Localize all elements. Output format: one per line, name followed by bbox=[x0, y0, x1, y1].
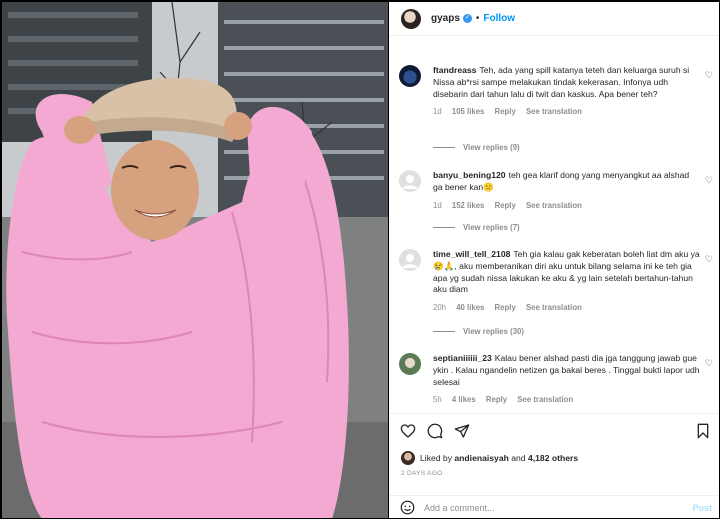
smiley-icon[interactable] bbox=[400, 500, 415, 515]
view-replies-label: View replies (7) bbox=[463, 223, 520, 232]
view-replies-button[interactable]: View replies (7) bbox=[433, 223, 520, 232]
comment-body: time_will_tell_2108 Teh gia kalau gak keb… bbox=[433, 249, 701, 314]
liked-others[interactable]: 4,182 others bbox=[528, 453, 578, 463]
comment-meta: 5h 4 likes Reply See translation bbox=[433, 394, 701, 406]
comment-likes[interactable]: 105 likes bbox=[452, 107, 485, 116]
comment-body: septianiiiiii_23 Kalau bener alshad pasti… bbox=[433, 353, 701, 406]
replies-divider bbox=[433, 147, 455, 148]
default-avatar-icon bbox=[402, 254, 418, 268]
reply-button[interactable]: Reply bbox=[495, 201, 516, 210]
comments-pane: gyaps ✓ • Follow ftandreass Teh, ada yang… bbox=[389, 2, 719, 518]
liked-user[interactable]: andienaisyah bbox=[454, 453, 508, 463]
reply-button[interactable]: Reply bbox=[486, 395, 507, 404]
comment-time[interactable]: 1d bbox=[433, 107, 442, 116]
commenter-avatar[interactable] bbox=[399, 353, 421, 375]
comment-body: ftandreass Teh, ada yang spill katanya te… bbox=[433, 65, 701, 118]
comment-username[interactable]: ftandreass bbox=[433, 65, 476, 75]
reply-button[interactable]: Reply bbox=[495, 303, 516, 312]
author-avatar[interactable] bbox=[401, 8, 421, 29]
add-comment-bar: Add a comment... Post bbox=[389, 495, 719, 518]
comment-username[interactable]: banyu_bening120 bbox=[433, 170, 506, 180]
follow-button[interactable]: Follow bbox=[483, 13, 515, 24]
see-translation-button[interactable]: See translation bbox=[517, 395, 573, 404]
comment-meta: 20h 40 likes Reply See translation bbox=[433, 302, 701, 314]
comment-username[interactable]: time_will_tell_2108 bbox=[433, 249, 510, 259]
comment-like-heart-icon[interactable]: ♡ bbox=[705, 358, 713, 369]
commenter-avatar[interactable] bbox=[399, 65, 421, 87]
comment-time[interactable]: 1d bbox=[433, 201, 442, 210]
view-replies-label: View replies (9) bbox=[463, 143, 520, 152]
comment-likes[interactable]: 4 likes bbox=[452, 395, 476, 404]
post-date[interactable]: 2 DAYS AGO bbox=[401, 470, 443, 477]
liker-avatar[interactable] bbox=[401, 451, 415, 465]
comment-likes[interactable]: 152 likes bbox=[452, 201, 485, 210]
view-replies-label: View replies (30) bbox=[463, 327, 524, 336]
photo-illustration bbox=[2, 2, 388, 518]
comment-bubble-icon[interactable] bbox=[427, 423, 443, 439]
comment-meta: 1d 152 likes Reply See translation bbox=[433, 200, 701, 212]
heart-icon[interactable] bbox=[400, 423, 416, 439]
author-username[interactable]: gyaps bbox=[431, 13, 460, 24]
comment-input[interactable]: Add a comment... bbox=[424, 503, 692, 513]
replies-divider bbox=[433, 331, 455, 332]
commenter-avatar[interactable] bbox=[399, 170, 421, 192]
comments-list[interactable]: ftandreass Teh, ada yang spill katanya te… bbox=[389, 37, 719, 413]
likes-summary[interactable]: Liked by andienaisyah and 4,182 others bbox=[401, 451, 578, 465]
liked-and: and bbox=[511, 453, 526, 463]
commenter-avatar[interactable] bbox=[399, 249, 421, 271]
post-window: gyaps ✓ • Follow ftandreass Teh, ada yang… bbox=[0, 0, 720, 519]
post-header: gyaps ✓ • Follow bbox=[389, 2, 719, 36]
liked-prefix: Liked by bbox=[420, 453, 453, 463]
replies-divider bbox=[433, 227, 455, 228]
view-replies-button[interactable]: View replies (9) bbox=[433, 143, 520, 152]
post-actions: Liked by andienaisyah and 4,182 others 2… bbox=[389, 413, 719, 518]
header-separator: • bbox=[475, 13, 480, 24]
comment-like-heart-icon[interactable]: ♡ bbox=[705, 175, 713, 186]
comment-time[interactable]: 5h bbox=[433, 395, 442, 404]
action-icons bbox=[400, 423, 470, 439]
comment-body: banyu_bening120 teh gea klarif dong yang … bbox=[433, 170, 701, 211]
default-avatar-icon bbox=[402, 175, 418, 189]
comment-like-heart-icon[interactable]: ♡ bbox=[705, 254, 713, 265]
paper-plane-icon[interactable] bbox=[454, 423, 470, 439]
view-replies-button[interactable]: View replies (30) bbox=[433, 327, 524, 336]
post-comment-button[interactable]: Post bbox=[692, 503, 712, 513]
comment-likes[interactable]: 40 likes bbox=[456, 303, 484, 312]
post-photo[interactable] bbox=[2, 2, 388, 518]
comment-meta: 1d 105 likes Reply See translation bbox=[433, 106, 701, 118]
comment-like-heart-icon[interactable]: ♡ bbox=[705, 70, 713, 81]
verified-badge-icon: ✓ bbox=[462, 14, 472, 23]
comment-username[interactable]: septianiiiiii_23 bbox=[433, 353, 492, 363]
see-translation-button[interactable]: See translation bbox=[526, 303, 582, 312]
reply-button[interactable]: Reply bbox=[495, 107, 516, 116]
comment-time[interactable]: 20h bbox=[433, 303, 446, 312]
see-translation-button[interactable]: See translation bbox=[526, 107, 582, 116]
bookmark-icon[interactable] bbox=[696, 423, 710, 439]
see-translation-button[interactable]: See translation bbox=[526, 201, 582, 210]
